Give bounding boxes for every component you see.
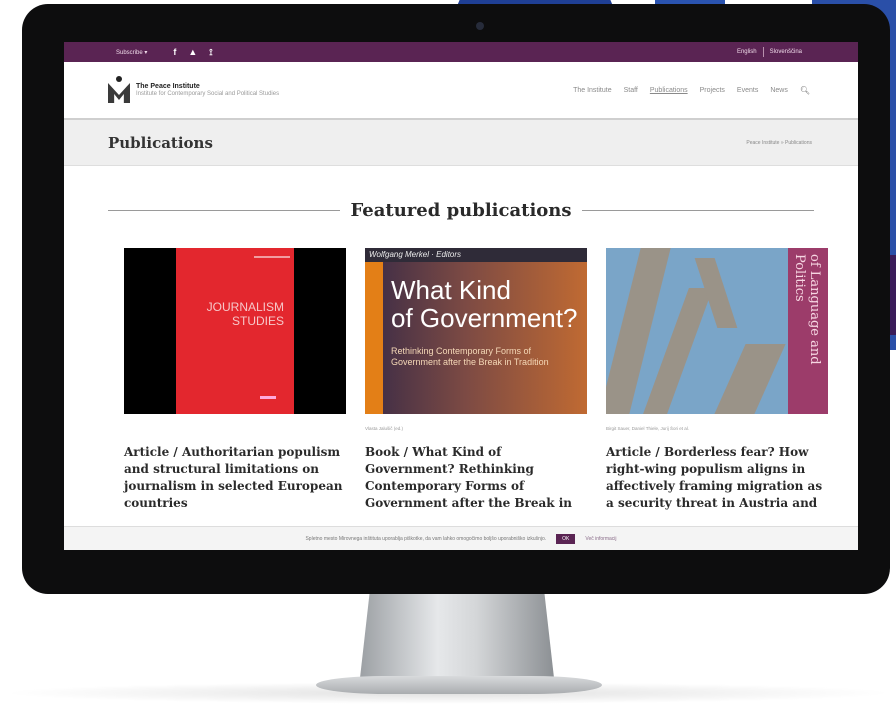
youtube-icon[interactable]: ▲	[188, 47, 197, 57]
search-icon[interactable]: 🔍︎	[800, 86, 810, 95]
lang-english[interactable]: English	[731, 49, 763, 55]
publication-authors	[124, 414, 346, 428]
page-title-bar: Publications Peace Institute » Publicati…	[64, 120, 858, 166]
publication-title[interactable]: Article / Borderless fear? How right-win…	[606, 444, 828, 512]
nav-item-institute[interactable]: The Institute	[573, 87, 612, 94]
org-tagline: Institute for Contemporary Social and Po…	[136, 91, 280, 97]
cover-title: What Kind of Government?	[391, 275, 578, 333]
publication-card[interactable]: JOURNALISM STUDIES Article / Authoritari…	[124, 248, 346, 512]
publication-authors: Vlasta Jalušič (ed.)	[365, 426, 404, 431]
rss-icon[interactable]: ⟟	[209, 47, 212, 58]
nav-item-events[interactable]: Events	[737, 87, 758, 94]
facebook-icon[interactable]: f	[173, 47, 176, 57]
publisher-logo	[260, 396, 276, 399]
featured-heading-row: Featured publications	[108, 200, 815, 221]
nav-item-publications[interactable]: Publications	[650, 87, 688, 94]
divider	[581, 210, 815, 211]
publication-cover[interactable]: JOURNALISM STUDIES	[124, 248, 346, 414]
logo-icon[interactable]	[108, 76, 130, 104]
lang-slovenian[interactable]: Slovenščina	[764, 49, 808, 55]
org-name: The Peace Institute	[136, 83, 200, 90]
cookie-text: Spletno mesto Mirovnega inštituta uporab…	[305, 535, 547, 542]
publication-title[interactable]: Article / Authoritarian populism and str…	[124, 444, 346, 512]
cover-title: JOURNALISM STUDIES	[206, 300, 284, 328]
site-header: The Peace Institute Institute for Contem…	[64, 62, 858, 120]
cover-subtitle: Rethinking Contemporary Forms of Governm…	[391, 346, 549, 367]
cover-title: of Language and Politics	[792, 254, 822, 365]
cookie-more-link[interactable]: Več informacij	[585, 536, 616, 542]
publication-authors: Birgit Sauer, Daniel Thiele, Jurij Šori …	[606, 426, 689, 431]
publication-card[interactable]: Wolfgang Merkel · Editors What Kind of G…	[365, 248, 587, 512]
nav-item-projects[interactable]: Projects	[700, 87, 725, 94]
cookie-ok-button[interactable]: OK	[556, 533, 576, 544]
monitor-stand	[360, 592, 554, 678]
cover-editors: Wolfgang Merkel · Editors	[369, 250, 462, 259]
publication-card[interactable]: of Language and Politics Birgit Sauer, D…	[606, 248, 828, 512]
nav-item-staff[interactable]: Staff	[624, 87, 638, 94]
monitor-base	[316, 676, 602, 694]
publication-title[interactable]: Book / What Kind of Government? Rethinki…	[365, 444, 587, 512]
subscribe-dropdown[interactable]: Subscribe ▾	[116, 49, 147, 56]
section-heading: Featured publications	[350, 200, 572, 221]
breadcrumb[interactable]: Peace Institute » Publications	[746, 140, 812, 146]
main-nav: The Institute Staff Publications Project…	[573, 86, 810, 95]
publication-cover[interactable]: of Language and Politics	[606, 248, 828, 414]
top-bar: Subscribe ▾ f ▲ ⟟ English Slovenščina	[64, 42, 858, 62]
website-screen: Subscribe ▾ f ▲ ⟟ English Slovenščina Th…	[64, 42, 858, 550]
logo[interactable]: The Peace Institute Institute for Contem…	[136, 83, 279, 97]
cookie-banner: Spletno mesto Mirovnega inštituta uporab…	[64, 526, 858, 550]
divider	[108, 210, 341, 211]
publication-cover[interactable]: Wolfgang Merkel · Editors What Kind of G…	[365, 248, 587, 414]
nav-item-news[interactable]: News	[770, 87, 788, 94]
page-title: Publications	[108, 133, 213, 152]
camera-icon	[476, 22, 484, 30]
